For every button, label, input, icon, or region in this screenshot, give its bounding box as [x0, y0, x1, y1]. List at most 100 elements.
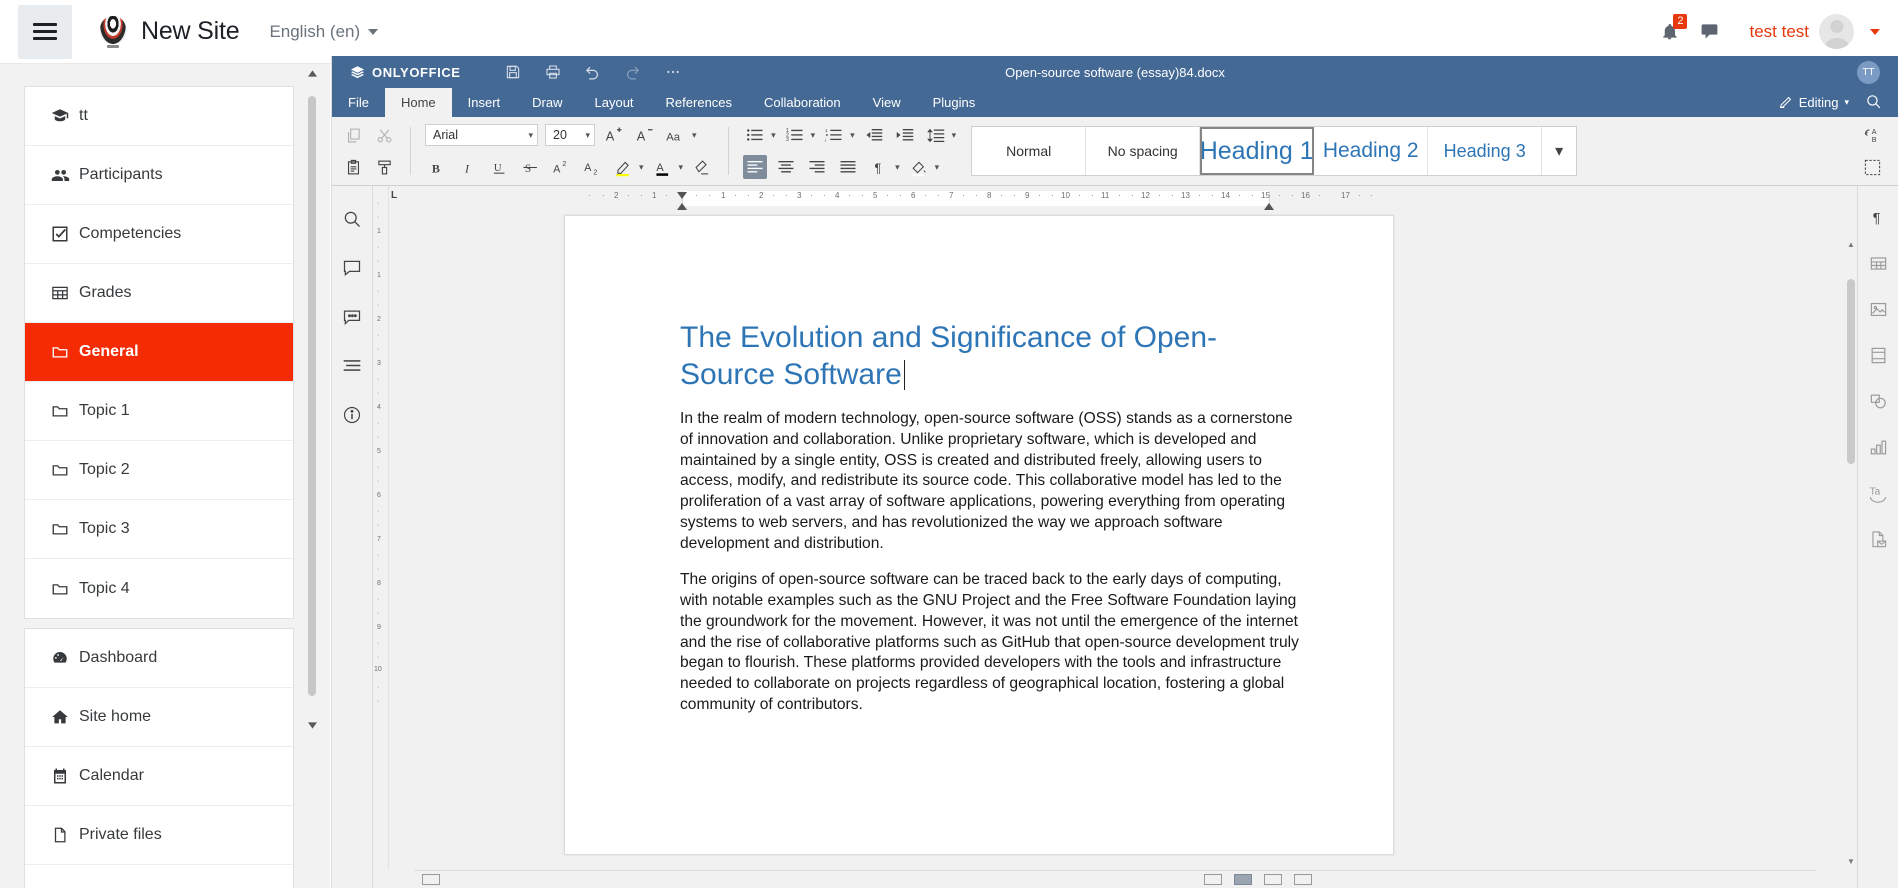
- editor-search-button[interactable]: [1865, 93, 1882, 113]
- document-paragraph-1[interactable]: In the realm of modern technology, open-…: [680, 409, 1305, 554]
- menu-toggle-button[interactable]: [18, 5, 72, 59]
- document-scrollbar[interactable]: ▲ ▼: [1845, 211, 1857, 870]
- tab-plugins[interactable]: Plugins: [917, 88, 992, 117]
- clear-formatting-button[interactable]: [690, 155, 714, 179]
- tab-file[interactable]: File: [332, 88, 385, 117]
- font-family-select[interactable]: Arial ▾: [425, 124, 538, 146]
- style-no-spacing[interactable]: No spacing: [1086, 127, 1200, 175]
- underline-button[interactable]: U: [487, 155, 511, 179]
- comment-icon[interactable]: [339, 255, 365, 281]
- shape-settings-icon[interactable]: [1865, 388, 1891, 414]
- language-menu[interactable]: English (en): [269, 22, 378, 42]
- cut-icon[interactable]: [372, 123, 396, 147]
- align-center-button[interactable]: [774, 155, 798, 179]
- headings-icon[interactable]: [339, 353, 365, 379]
- chevron-down-icon[interactable]: ▾: [952, 130, 957, 141]
- chevron-down-icon[interactable]: ▾: [850, 130, 855, 141]
- undo-icon[interactable]: [583, 62, 603, 82]
- change-case-icon[interactable]: Aa: [664, 123, 688, 147]
- view-mode-reading[interactable]: [1204, 874, 1222, 885]
- scroll-down-arrow-icon[interactable]: [305, 716, 319, 734]
- drawer-scrollbar-thumb[interactable]: [308, 96, 316, 696]
- document-paragraph-2[interactable]: The origins of open-source software can …: [680, 570, 1305, 715]
- header-footer-settings-icon[interactable]: [1865, 342, 1891, 368]
- chat-icon[interactable]: [339, 304, 365, 330]
- notifications-button[interactable]: 2: [1649, 12, 1689, 52]
- sidebar-item-my-courses[interactable]: My courses: [25, 865, 293, 888]
- page-thumbnails-toggle[interactable]: [422, 874, 440, 885]
- image-settings-icon[interactable]: [1865, 296, 1891, 322]
- copy-icon[interactable]: [341, 123, 365, 147]
- user-menu-chevron-down-icon[interactable]: [1870, 29, 1880, 35]
- sidebar-item-topic-2[interactable]: Topic 2: [25, 441, 293, 500]
- line-spacing-button[interactable]: [924, 123, 948, 147]
- scroll-up-arrow-icon[interactable]: ▲: [1845, 237, 1857, 251]
- chevron-down-icon[interactable]: ▾: [935, 162, 940, 173]
- sidebar-item-site-home[interactable]: Site home: [25, 688, 293, 747]
- style-heading-2[interactable]: Heading 2: [1314, 127, 1428, 175]
- replace-icon[interactable]: AB: [1860, 123, 1884, 147]
- messages-button[interactable]: [1689, 12, 1729, 52]
- tab-collaboration[interactable]: Collaboration: [748, 88, 857, 117]
- horizontal-ruler[interactable]: L · · 2 · · 1 · · · 1 · · 2 ·: [389, 186, 1857, 211]
- increase-font-size-icon[interactable]: A: [602, 123, 626, 147]
- subscript-button[interactable]: A2: [580, 155, 604, 179]
- font-color-button[interactable]: A: [651, 155, 675, 179]
- show-formatting-marks-button[interactable]: ¶: [867, 155, 891, 179]
- view-mode-editing[interactable]: [1234, 874, 1252, 885]
- avatar[interactable]: [1819, 14, 1854, 49]
- multilevel-list-button[interactable]: 1i: [822, 123, 846, 147]
- style-heading-3[interactable]: Heading 3: [1428, 127, 1542, 175]
- paragraph-settings-icon[interactable]: ¶: [1865, 204, 1891, 230]
- align-right-button[interactable]: [805, 155, 829, 179]
- italic-button[interactable]: I: [456, 155, 480, 179]
- bullet-list-button[interactable]: [743, 123, 767, 147]
- table-settings-icon[interactable]: [1865, 250, 1891, 276]
- print-icon[interactable]: [543, 62, 563, 82]
- tab-draw[interactable]: Draw: [516, 88, 578, 117]
- increase-indent-button[interactable]: [893, 123, 917, 147]
- tab-insert[interactable]: Insert: [452, 88, 517, 117]
- copy-style-icon[interactable]: [372, 155, 396, 179]
- view-mode-web[interactable]: [1264, 874, 1282, 885]
- sidebar-item-calendar[interactable]: Calendar: [25, 747, 293, 806]
- sidebar-item-topic-4[interactable]: Topic 4: [25, 559, 293, 618]
- mail-merge-icon[interactable]: [1865, 526, 1891, 552]
- sidebar-item-dashboard[interactable]: Dashboard: [25, 629, 293, 688]
- highlight-color-button[interactable]: [611, 155, 635, 179]
- save-icon[interactable]: [503, 62, 523, 82]
- chevron-down-icon[interactable]: ▾: [692, 130, 697, 141]
- text-art-settings-icon[interactable]: Ta: [1865, 480, 1891, 506]
- shading-color-button[interactable]: [907, 155, 931, 179]
- document-page[interactable]: The Evolution and Significance of Open-S…: [564, 215, 1394, 855]
- more-options-icon[interactable]: [663, 62, 683, 82]
- decrease-font-size-icon[interactable]: A: [633, 123, 657, 147]
- sidebar-item-topic-1[interactable]: Topic 1: [25, 382, 293, 441]
- style-heading-1[interactable]: Heading 1: [1200, 127, 1314, 175]
- paste-icon[interactable]: [341, 155, 365, 179]
- sidebar-item-general[interactable]: General: [25, 323, 293, 382]
- tab-references[interactable]: References: [650, 88, 748, 117]
- font-size-select[interactable]: 20 ▾: [545, 124, 595, 146]
- numbered-list-button[interactable]: 123: [783, 123, 807, 147]
- sidebar-item-private-files[interactable]: Private files: [25, 806, 293, 865]
- document-canvas[interactable]: The Evolution and Significance of Open-S…: [389, 211, 1857, 870]
- document-scrollbar-thumb[interactable]: [1847, 279, 1855, 464]
- select-all-icon[interactable]: [1860, 155, 1884, 179]
- superscript-button[interactable]: A2: [549, 155, 573, 179]
- edit-mode-button[interactable]: Editing ▾: [1778, 95, 1849, 110]
- tab-stop-indicator[interactable]: L: [391, 190, 397, 201]
- tab-view[interactable]: View: [857, 88, 917, 117]
- strikethrough-button[interactable]: S: [518, 155, 542, 179]
- chevron-down-icon[interactable]: ▾: [679, 162, 684, 173]
- tab-layout[interactable]: Layout: [579, 88, 650, 117]
- sidebar-item-competencies[interactable]: Competencies: [25, 205, 293, 264]
- sidebar-item-participants[interactable]: Participants: [25, 146, 293, 205]
- left-indent-marker[interactable]: [677, 203, 687, 210]
- search-icon[interactable]: [339, 206, 365, 232]
- bold-button[interactable]: B: [425, 155, 449, 179]
- align-left-button[interactable]: [743, 155, 767, 179]
- redo-icon[interactable]: [623, 62, 643, 82]
- chevron-down-icon[interactable]: ▾: [811, 130, 816, 141]
- chevron-down-icon[interactable]: ▾: [771, 130, 776, 141]
